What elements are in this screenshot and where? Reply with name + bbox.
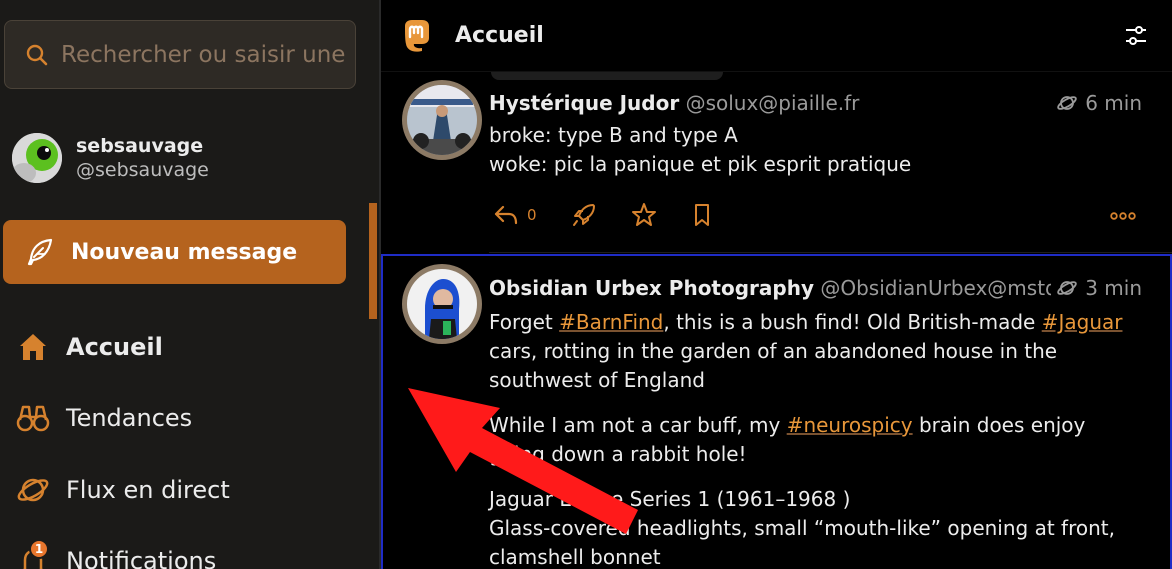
post-content: broke: type B and type A woke: pic la pa… [489, 121, 1144, 179]
star-icon [631, 203, 656, 226]
reply-icon [494, 205, 518, 225]
post-timestamp[interactable]: 3 min [1051, 276, 1142, 300]
sidebar-scrollbar[interactable] [369, 203, 377, 319]
favourite-button[interactable] [631, 202, 657, 228]
hashtag-link[interactable]: #Jaguar [1042, 310, 1123, 334]
author-handle[interactable]: @ObsidianUrbex@mstdn.s [820, 276, 1087, 300]
nav-item-notifications[interactable]: 1 Notifications [16, 526, 230, 569]
post-paragraph: Forget #BarnFind, this is a bush find! O… [489, 308, 1144, 395]
new-post-label: Nouveau message [71, 239, 298, 265]
column-header: Accueil [381, 0, 1172, 72]
post-header: Hystérique Judor @solux@piaille.fr [489, 91, 859, 115]
post-divider [489, 252, 1172, 253]
post-text: Forget [489, 310, 560, 334]
more-icon [1110, 212, 1136, 220]
account-name: sebsauvage [76, 135, 204, 157]
planet-icon [16, 473, 50, 507]
search-box[interactable] [4, 20, 356, 89]
more-options-button[interactable] [1110, 206, 1136, 225]
avatar[interactable] [12, 133, 62, 183]
status-post-focused[interactable]: Obsidian Urbex Photography @ObsidianUrbe… [381, 254, 1172, 569]
nav-item-live-feed[interactable]: Flux en direct [16, 454, 230, 526]
current-account[interactable]: sebsauvage @sebsauvage [12, 133, 209, 183]
mastodon-app: sebsauvage @sebsauvage Nouveau message A… [0, 0, 1172, 569]
post-timestamp[interactable]: 6 min [1057, 91, 1142, 115]
status-post[interactable]: Hystérique Judor @solux@piaille.fr 6 min… [381, 80, 1172, 253]
nav-label-trends: Tendances [66, 404, 193, 433]
bell-icon: 1 [16, 539, 50, 569]
account-handle: @sebsauvage [76, 159, 209, 181]
planet-icon [1057, 96, 1077, 110]
home-timeline: Accueil Hystérique Judor @solux@piaille.… [381, 0, 1172, 569]
bookmark-button[interactable] [691, 203, 713, 227]
author-handle[interactable]: @solux@piaille.fr [686, 91, 860, 115]
nav-label-live-feed: Flux en direct [66, 475, 230, 504]
nav-label-notifications: Notifications [66, 547, 217, 569]
post-actions: 0 [493, 202, 747, 228]
search-icon [26, 44, 48, 65]
boost-button[interactable] [571, 202, 597, 228]
post-paragraph: While I am not a car buff, my #neurospic… [489, 411, 1144, 469]
author-name[interactable]: Hystérique Judor [489, 91, 679, 115]
nav-item-home[interactable]: Accueil [16, 311, 230, 383]
hashtag-link[interactable]: #neurospicy [787, 413, 913, 437]
binoculars-icon [16, 401, 50, 435]
post-content: Forget #BarnFind, this is a bush find! O… [489, 308, 1144, 569]
mastodon-logo-icon[interactable] [399, 18, 435, 54]
avatar[interactable] [402, 264, 482, 344]
post-header: Obsidian Urbex Photography @ObsidianUrbe… [489, 276, 1087, 300]
quill-icon [27, 238, 53, 266]
post-text: While I am not a car buff, my [489, 413, 787, 437]
post-text: cars, rotting in the garden of an abando… [489, 339, 1058, 392]
post-text: , this is a bush find! Old British-made [663, 310, 1042, 334]
nav-item-trends[interactable]: Tendances [16, 383, 230, 455]
hashtag-link[interactable]: #BarnFind [559, 310, 663, 334]
rocket-icon [572, 204, 595, 226]
column-title: Accueil [455, 23, 544, 48]
sidebar: sebsauvage @sebsauvage Nouveau message A… [0, 0, 379, 569]
sliders-icon[interactable] [1124, 24, 1148, 48]
planet-icon [1057, 281, 1077, 295]
search-input[interactable] [61, 41, 351, 68]
post-time-text: 6 min [1085, 91, 1142, 115]
nav-label-home: Accueil [66, 332, 163, 361]
post-time-text: 3 min [1085, 276, 1142, 300]
post-paragraph: Jaguar E-Type Series 1 (1961–1968 ) Glas… [489, 485, 1144, 569]
post-text-line: broke: type B and type A [489, 123, 738, 147]
author-name[interactable]: Obsidian Urbex Photography [489, 276, 814, 300]
previous-post-card-edge [491, 72, 723, 80]
bookmark-icon [694, 204, 709, 226]
post-text-line: woke: pic la panique et pik esprit prati… [489, 152, 912, 176]
reply-count: 0 [527, 206, 537, 224]
post-text: Glass-covered headlights, small “mouth-l… [489, 516, 1115, 569]
avatar[interactable] [402, 80, 482, 160]
post-text: Jaguar E-Type Series 1 (1961–1968 ) [489, 487, 851, 511]
new-post-button[interactable]: Nouveau message [3, 220, 346, 284]
home-icon [16, 330, 50, 364]
main-nav: Accueil Tendances Flux en direct 1 Notif… [16, 311, 230, 569]
reply-button[interactable]: 0 [493, 203, 537, 227]
